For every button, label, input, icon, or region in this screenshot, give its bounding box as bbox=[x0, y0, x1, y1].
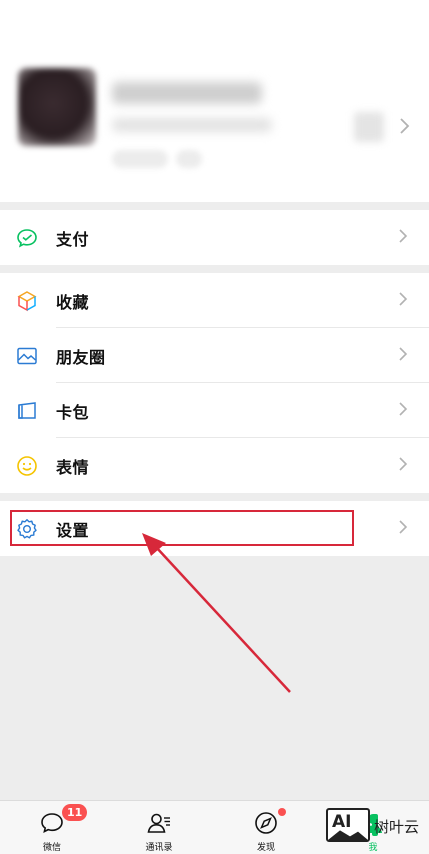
menu-item-settings[interactable]: 设置 bbox=[0, 501, 429, 556]
tab-contacts[interactable]: 通讯录 bbox=[119, 801, 199, 854]
tab-chats[interactable]: 11 微信 bbox=[12, 801, 92, 854]
menu-item-cards[interactable]: 卡包 bbox=[0, 383, 429, 438]
watermark-brand-text: 树叶云 bbox=[374, 818, 420, 836]
watermark-logo: AI 树叶云 bbox=[326, 808, 426, 848]
chevron-right-icon bbox=[398, 291, 408, 311]
gear-icon bbox=[15, 517, 39, 541]
chevron-right-icon bbox=[398, 456, 408, 476]
chevron-right-icon bbox=[398, 346, 408, 366]
menu-item-label: 收藏 bbox=[56, 292, 90, 312]
contacts-icon bbox=[145, 809, 173, 837]
blurred-nickname bbox=[112, 82, 262, 104]
watermark-ai-text: AI bbox=[332, 812, 352, 832]
menu-item-label: 表情 bbox=[56, 457, 90, 477]
wechat-pay-icon bbox=[15, 226, 39, 250]
menu-item-stickers[interactable]: 表情 bbox=[0, 438, 429, 493]
unread-badge: 11 bbox=[62, 804, 88, 821]
chevron-right-icon bbox=[398, 519, 408, 539]
menu-group-content: 收藏 朋友圈 卡包 表情 bbox=[0, 273, 429, 493]
qr-code-icon[interactable] bbox=[354, 112, 384, 142]
image-icon bbox=[15, 344, 39, 368]
new-content-dot bbox=[278, 808, 286, 816]
chevron-right-icon bbox=[398, 401, 408, 421]
menu-item-label: 卡包 bbox=[56, 402, 90, 422]
compass-icon bbox=[252, 809, 280, 837]
tab-label: 通讯录 bbox=[145, 843, 173, 853]
menu-group-settings: 设置 bbox=[0, 501, 429, 556]
menu-item-label: 设置 bbox=[56, 520, 90, 540]
tab-discover[interactable]: 发现 bbox=[226, 801, 306, 854]
blurred-status-pill bbox=[112, 150, 168, 168]
avatar bbox=[18, 68, 96, 146]
menu-item-label: 朋友圈 bbox=[56, 347, 106, 367]
profile-card[interactable] bbox=[0, 0, 429, 202]
smiley-icon bbox=[15, 454, 39, 478]
menu-item-label: 支付 bbox=[56, 229, 90, 249]
blurred-status-pill bbox=[176, 150, 202, 168]
chevron-right-icon bbox=[398, 116, 412, 136]
blurred-wechat-id bbox=[112, 118, 272, 132]
watermark-ai-badge: AI bbox=[326, 808, 370, 842]
menu-item-moments[interactable]: 朋友圈 bbox=[0, 328, 429, 383]
wallet-icon bbox=[15, 399, 39, 423]
tab-label: 发现 bbox=[256, 843, 275, 853]
menu-group-pay: 支付 bbox=[0, 210, 429, 265]
cube-icon bbox=[15, 289, 39, 313]
tab-label: 微信 bbox=[42, 843, 61, 853]
menu-item-pay[interactable]: 支付 bbox=[0, 210, 429, 265]
chevron-right-icon bbox=[398, 228, 408, 248]
menu-item-favorites[interactable]: 收藏 bbox=[0, 273, 429, 328]
